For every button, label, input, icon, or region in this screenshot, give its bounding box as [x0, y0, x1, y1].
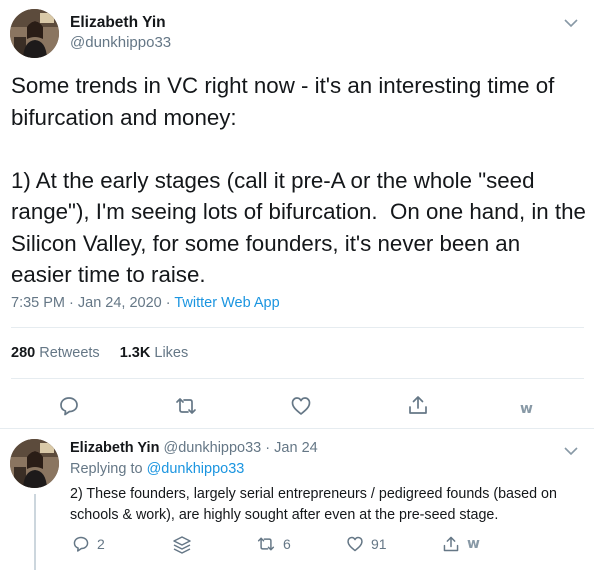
- author-handle[interactable]: @dunkhippo33: [163, 440, 261, 456]
- tweet-source-link[interactable]: Twitter Web App: [174, 295, 279, 311]
- extension-w-icon[interactable]: w: [467, 536, 480, 552]
- main-tweet: Elizabeth Yin @dunkhippo33 Some trends i…: [0, 0, 594, 430]
- author-name[interactable]: Elizabeth Yin: [70, 13, 171, 33]
- retweets-count: 280: [11, 345, 36, 361]
- reply-tweet[interactable]: Elizabeth Yin @dunkhippo33 · Jan 24 Repl…: [0, 432, 594, 570]
- divider: [11, 378, 584, 379]
- divider: [11, 327, 584, 328]
- replying-to-label: Replying to: [70, 461, 143, 477]
- likes-count: 1.3K: [119, 345, 151, 361]
- reply-icon: [73, 536, 89, 552]
- reply-button[interactable]: 2: [72, 535, 105, 553]
- avatar-photo: [10, 439, 59, 488]
- retweet-icon: [257, 537, 275, 551]
- tweet-stats: 280 Retweets 1.3K Likes: [11, 345, 204, 361]
- share-button[interactable]: w: [442, 535, 480, 553]
- replying-to: Replying to @dunkhippo33: [70, 461, 244, 477]
- author-avatar[interactable]: [10, 9, 59, 58]
- tweet-meta: 7:35 PM · Jan 24, 2020 · Twitter Web App: [11, 295, 280, 311]
- tweet-timestamp[interactable]: 7:35 PM · Jan 24, 2020 ·: [11, 295, 174, 311]
- reply-icon[interactable]: [58, 395, 80, 417]
- retweets-label: Retweets: [39, 345, 100, 361]
- chevron-down-icon[interactable]: [564, 443, 578, 456]
- heart-icon: [347, 536, 363, 552]
- author-avatar[interactable]: [10, 439, 59, 488]
- avatar-photo: [10, 9, 59, 58]
- stack-layers-icon: [173, 536, 191, 554]
- reply-actions: 2 6 91 w: [0, 535, 594, 559]
- tweet-actions: w: [0, 393, 594, 421]
- replying-to-handle[interactable]: @dunkhippo33: [147, 461, 245, 477]
- author-block[interactable]: Elizabeth Yin @dunkhippo33: [70, 13, 171, 53]
- retweets-stat[interactable]: 280 Retweets: [11, 345, 100, 361]
- heart-icon[interactable]: [290, 395, 312, 417]
- author-handle[interactable]: @dunkhippo33: [70, 33, 171, 53]
- share-icon[interactable]: [407, 394, 429, 416]
- tweet-date[interactable]: Jan 24: [274, 440, 318, 456]
- like-button[interactable]: 91: [346, 535, 387, 553]
- retweet-count: 6: [283, 536, 291, 552]
- separator: ·: [265, 440, 271, 456]
- reply-count: 2: [97, 536, 105, 552]
- chevron-down-icon[interactable]: [564, 15, 578, 28]
- reply-header: Elizabeth Yin @dunkhippo33 · Jan 24: [70, 440, 318, 456]
- share-icon: [443, 536, 459, 552]
- divider: [0, 428, 594, 429]
- tweet-text: Some trends in VC right now - it's an in…: [11, 73, 586, 287]
- like-count: 91: [371, 536, 387, 552]
- likes-label: Likes: [154, 345, 189, 361]
- tweet-text: 2) These founders, largely serial entrep…: [70, 486, 557, 523]
- likes-stat[interactable]: 1.3K Likes: [120, 345, 189, 361]
- retweet-button[interactable]: 6: [256, 535, 291, 553]
- author-name[interactable]: Elizabeth Yin: [70, 440, 159, 456]
- retweet-icon[interactable]: [174, 395, 198, 417]
- buffer-button[interactable]: [172, 535, 192, 555]
- extension-w-icon[interactable]: w: [520, 401, 533, 417]
